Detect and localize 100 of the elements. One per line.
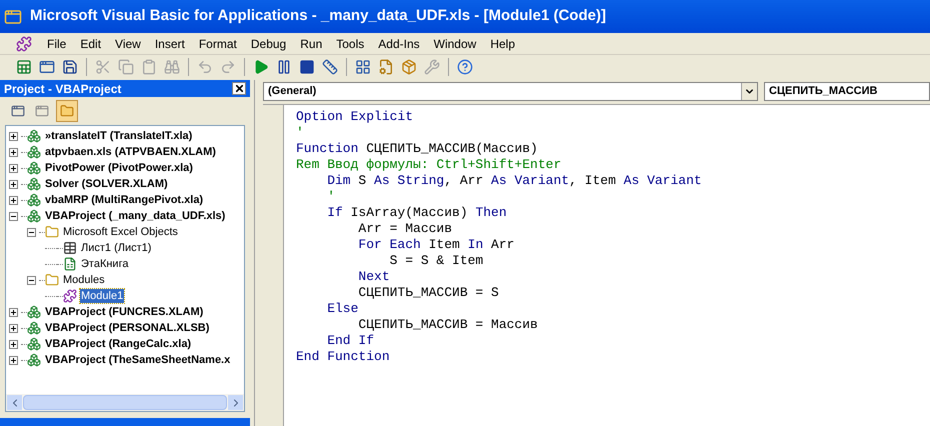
excel-icon xyxy=(16,59,32,75)
close-icon xyxy=(234,83,244,94)
tree-item[interactable]: ЭтаКнига xyxy=(80,257,130,271)
project-icon xyxy=(27,305,41,319)
window-title: Microsoft Visual Basic for Applications - _many_data_UDF.xls - [Module1 (Code)] xyxy=(30,6,606,26)
tree-item[interactable]: Module1 xyxy=(80,289,124,303)
module-icon xyxy=(63,289,77,303)
toggle-folders-button[interactable] xyxy=(56,100,78,122)
tree-item[interactable]: vbaMRP (MultiRangePivot.xla) xyxy=(44,193,204,207)
tree-item[interactable]: Modules xyxy=(62,273,106,287)
folder-icon xyxy=(60,104,74,118)
code-line: СЦЕПИТЬ_МАССИВ = Массив xyxy=(357,317,538,333)
collapse-toggle[interactable] xyxy=(27,228,36,236)
find-icon xyxy=(164,59,180,75)
code-line: Rem Ввод формулы: Ctrl+Shift+Enter xyxy=(296,157,562,173)
code-line: Arr = Массив xyxy=(357,221,452,237)
expand-toggle[interactable] xyxy=(9,340,18,348)
sheet-icon xyxy=(63,241,77,255)
tree-item[interactable]: atpvbaen.xls (ATPVBAEN.XLAM) xyxy=(44,145,217,159)
menu-item[interactable]: Tools xyxy=(329,34,372,52)
menu-item[interactable]: Help xyxy=(483,34,522,52)
cut-icon xyxy=(95,59,111,75)
help-icon xyxy=(457,59,473,75)
panel-title: Project - VBAProject xyxy=(4,80,122,98)
explorer-icon xyxy=(355,59,371,75)
tree-item[interactable]: Solver (SOLVER.XLAM) xyxy=(44,177,169,191)
expand-toggle[interactable] xyxy=(9,308,18,316)
ruler-icon xyxy=(322,59,338,75)
workbook-icon xyxy=(63,257,77,271)
properties-icon xyxy=(378,59,394,75)
project-icon xyxy=(27,321,41,335)
code-line: Option Explicit xyxy=(296,109,414,125)
save-icon xyxy=(62,59,78,75)
tree-item[interactable]: VBAProject (PERSONAL.XLSB) xyxy=(44,321,210,335)
tree-item[interactable]: VBAProject (FUNCRES.XLAM) xyxy=(44,305,204,319)
close-button[interactable] xyxy=(232,82,246,95)
menu-item[interactable]: File xyxy=(40,34,74,52)
code-view-icon xyxy=(11,104,25,118)
code-line: Next xyxy=(357,269,390,285)
tree-item[interactable]: VBAProject (TheSameSheetName.x xyxy=(44,353,232,367)
code-line: СЦЕПИТЬ_МАССИВ = S xyxy=(357,285,499,301)
code-line: If IsArray(Массив) Then xyxy=(326,205,507,221)
collapse-toggle[interactable] xyxy=(27,276,36,284)
code-line: ' xyxy=(326,189,336,205)
expand-toggle[interactable] xyxy=(9,356,18,364)
collapse-toggle[interactable] xyxy=(9,212,18,220)
menu-item[interactable]: Edit xyxy=(73,34,108,52)
tree-item[interactable]: PivotPower (PivotPower.xla) xyxy=(44,161,194,175)
menu-item[interactable]: View xyxy=(108,34,148,52)
project-icon xyxy=(27,193,41,207)
tree-item[interactable]: VBAProject (_many_data_UDF.xls) xyxy=(44,209,226,223)
expand-toggle[interactable] xyxy=(9,180,18,188)
form-icon xyxy=(39,59,55,75)
tree-item[interactable]: »translateIT (TranslateIT.xla) xyxy=(44,129,194,143)
code-line: For Each Item In Arr xyxy=(357,237,514,253)
form-view-icon xyxy=(35,104,49,118)
app-icon xyxy=(4,8,22,26)
code-line: Dim S As String, Arr As Variant, Item As Variant xyxy=(326,173,702,189)
toolbox-icon xyxy=(424,59,440,75)
folder-icon xyxy=(45,225,59,239)
project-icon xyxy=(27,129,41,143)
tree-item[interactable]: Лист1 (Лист1) xyxy=(80,241,152,255)
copy-icon xyxy=(118,59,134,75)
menu-item[interactable]: Debug xyxy=(244,34,294,52)
horizontal-scrollbar[interactable] xyxy=(6,394,244,411)
expand-toggle[interactable] xyxy=(9,196,18,204)
pause-icon xyxy=(276,59,292,75)
paste-icon xyxy=(141,59,157,75)
folder-icon xyxy=(45,273,59,287)
code-line: ' xyxy=(296,125,304,141)
menu-item[interactable]: Insert xyxy=(148,34,192,52)
project-icon xyxy=(27,145,41,159)
run-icon xyxy=(253,59,269,75)
menu-item[interactable]: Format xyxy=(192,34,244,52)
project-icon xyxy=(27,161,41,175)
tree-item[interactable]: VBAProject (RangeCalc.xla) xyxy=(44,337,192,351)
code-line: Else xyxy=(326,301,358,317)
project-icon xyxy=(27,337,41,351)
menu-item[interactable]: Window xyxy=(426,34,484,52)
project-icon xyxy=(27,209,41,223)
code-line: S = S & Item xyxy=(388,253,484,269)
code-line: End Function xyxy=(296,349,390,365)
object-dropdown[interactable]: (General) xyxy=(263,82,758,100)
code-line: Function СЦЕПИТЬ_МАССИВ(Массив) xyxy=(296,141,538,157)
code-line: End If xyxy=(326,333,374,349)
menu-item[interactable]: Add-Ins xyxy=(371,34,427,52)
project-icon xyxy=(27,177,41,191)
procedure-dropdown[interactable]: СЦЕПИТЬ_МАССИВ xyxy=(764,82,930,100)
browser-icon xyxy=(401,59,417,75)
undo-icon xyxy=(197,59,213,75)
menu-item[interactable]: Run xyxy=(293,34,330,52)
expand-toggle[interactable] xyxy=(9,148,18,156)
redo-icon xyxy=(220,59,236,75)
tree-item[interactable]: Microsoft Excel Objects xyxy=(62,225,179,239)
stop-icon xyxy=(299,59,315,75)
expand-toggle[interactable] xyxy=(9,164,18,172)
expand-toggle[interactable] xyxy=(9,324,18,332)
project-icon xyxy=(27,353,41,367)
expand-toggle[interactable] xyxy=(9,132,18,140)
vba-icon xyxy=(16,36,32,52)
